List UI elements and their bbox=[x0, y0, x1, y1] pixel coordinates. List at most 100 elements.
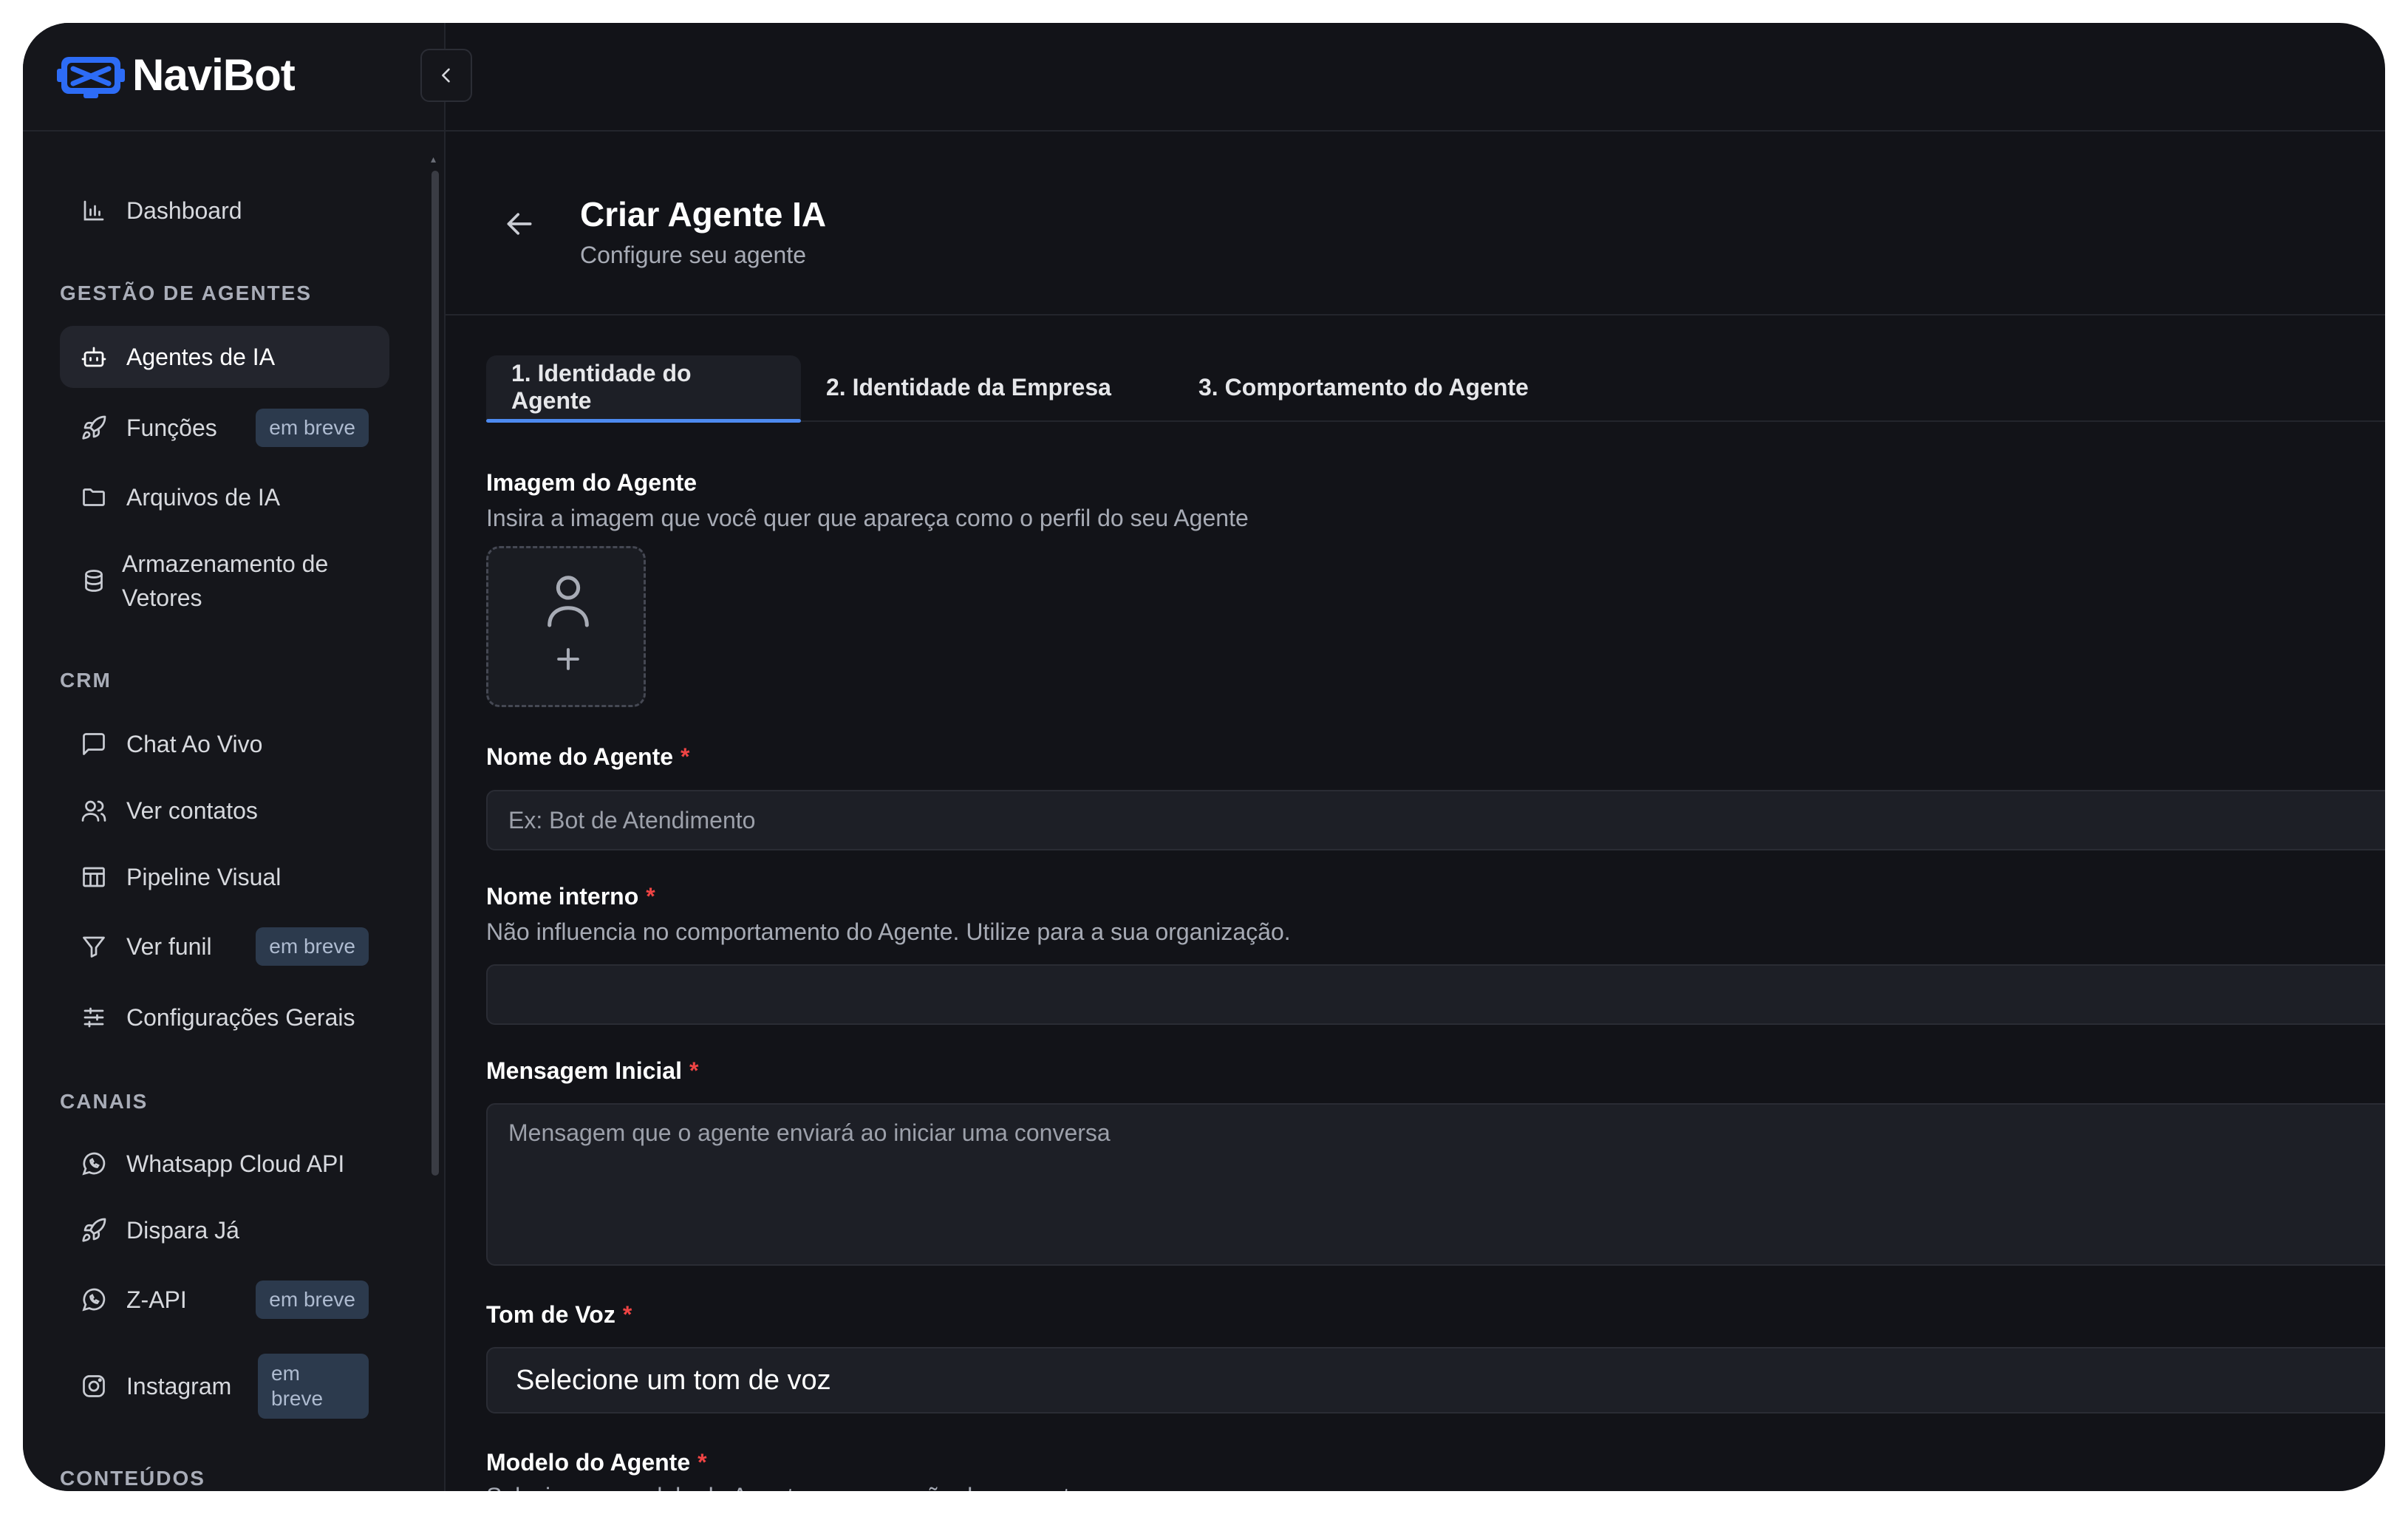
sidebar-item-functions[interactable]: Funções em breve bbox=[60, 397, 389, 459]
voice-tone-label: Tom de Voz * bbox=[486, 1301, 632, 1329]
voice-tone-label-text: Tom de Voz bbox=[486, 1301, 615, 1328]
sidebar-item-vector-storage[interactable]: Armazenamento de Vetores bbox=[60, 540, 389, 621]
tab-agent-identity[interactable]: 1. Identidade do Agente bbox=[486, 355, 801, 419]
sidebar-item-dashboard[interactable]: Dashboard bbox=[60, 180, 389, 242]
form-tabs: 1. Identidade do Agente 2. Identidade da… bbox=[486, 355, 2385, 423]
sidebar-item-contacts[interactable]: Ver contatos bbox=[60, 780, 389, 842]
internal-name-help: Não influencia no comportamento do Agent… bbox=[486, 918, 1291, 945]
sidebar-item-label: Configurações Gerais bbox=[126, 1004, 355, 1031]
back-arrow-icon[interactable] bbox=[503, 208, 536, 240]
plus-icon bbox=[557, 648, 579, 670]
agent-model-help: Selecione o modelo do Agente para geraçã… bbox=[486, 1483, 1083, 1491]
sidebar-divider bbox=[23, 130, 446, 132]
tab-company-identity[interactable]: 2. Identidade da Empresa bbox=[801, 355, 1136, 419]
agent-model-label-text: Modelo do Agente bbox=[486, 1449, 691, 1476]
required-mark: * bbox=[681, 743, 690, 770]
rocket-icon bbox=[81, 415, 107, 441]
message-square-icon bbox=[81, 731, 107, 757]
internal-name-input[interactable] bbox=[486, 964, 2385, 1025]
coming-soon-badge: em breve bbox=[256, 927, 369, 966]
sidebar-item-general-settings[interactable]: Configurações Gerais bbox=[60, 986, 389, 1048]
sidebar-item-funnel[interactable]: Ver funil em breve bbox=[60, 915, 389, 978]
required-mark: * bbox=[689, 1057, 699, 1084]
section-title-contents: CONTEÚDOS bbox=[60, 1467, 205, 1490]
page-title: Criar Agente IA bbox=[580, 195, 827, 233]
filter-icon bbox=[81, 933, 107, 960]
sidebar-item-label: Ver contatos bbox=[126, 797, 258, 824]
sidebar-item-label: Armazenamento de Vetores bbox=[122, 550, 329, 611]
instagram-icon bbox=[81, 1373, 107, 1399]
brand[interactable]: NaviBot bbox=[57, 45, 296, 104]
initial-message-placeholder: Mensagem que o agente enviará ao iniciar… bbox=[508, 1119, 1111, 1146]
agent-name-input[interactable]: Ex: Bot de Atendimento bbox=[486, 790, 2385, 850]
sidebar-item-ai-agents[interactable]: Agentes de IA bbox=[60, 326, 389, 388]
users-icon bbox=[81, 797, 107, 824]
initial-message-label: Mensagem Inicial * bbox=[486, 1057, 698, 1085]
folder-icon bbox=[81, 484, 107, 511]
app-window: NaviBot Dashboard GESTÃO DE AGENTES Agen… bbox=[23, 23, 2385, 1491]
tab-label: 2. Identidade da Empresa bbox=[826, 373, 1111, 400]
required-mark: * bbox=[646, 883, 655, 910]
tab-label: 1. Identidade do Agente bbox=[511, 360, 692, 414]
sidebar-item-label: Whatsapp Cloud API bbox=[126, 1150, 345, 1177]
navibot-logo-icon bbox=[57, 57, 125, 98]
brand-name: NaviBot bbox=[132, 50, 296, 100]
initial-message-textarea[interactable]: Mensagem que o agente enviará ao iniciar… bbox=[486, 1103, 2385, 1266]
sidebar-item-pipeline[interactable]: Pipeline Visual bbox=[60, 846, 389, 908]
database-icon bbox=[81, 567, 103, 594]
sidebar-item-label: Pipeline Visual bbox=[126, 864, 282, 890]
sidebar-item-dispara-ja[interactable]: Dispara Já bbox=[60, 1199, 389, 1261]
columns-icon bbox=[81, 864, 107, 890]
agent-name-placeholder: Ex: Bot de Atendimento bbox=[508, 806, 756, 833]
sidebar-item-whatsapp-cloud[interactable]: Whatsapp Cloud API bbox=[60, 1133, 389, 1195]
tab-label: 3. Comportamento do Agente bbox=[1198, 373, 1529, 400]
sliders-icon bbox=[81, 1004, 107, 1031]
sidebar-item-live-chat[interactable]: Chat Ao Vivo bbox=[60, 713, 389, 775]
sidebar-item-label: Ver funil bbox=[126, 933, 212, 960]
sidebar-item-ai-files[interactable]: Arquivos de IA bbox=[60, 466, 389, 528]
coming-soon-badge: em breve bbox=[256, 409, 369, 447]
sidebar-scrollbar[interactable] bbox=[432, 171, 439, 1176]
page-subtitle: Configure seu agente bbox=[580, 242, 806, 268]
initial-message-label-text: Mensagem Inicial bbox=[486, 1057, 682, 1084]
sidebar-item-label: Funções bbox=[126, 415, 217, 441]
active-tab-indicator bbox=[486, 419, 801, 423]
whatsapp-icon bbox=[81, 1150, 107, 1177]
required-mark: * bbox=[697, 1449, 707, 1476]
sidebar-item-label: Instagram bbox=[126, 1373, 232, 1399]
coming-soon-badge: em breve bbox=[256, 1281, 369, 1319]
topbar-divider bbox=[446, 130, 2385, 132]
section-title-channels: CANAIS bbox=[60, 1090, 149, 1113]
agent-model-label: Modelo do Agente * bbox=[486, 1449, 707, 1476]
agent-name-label-text: Nome do Agente bbox=[486, 743, 674, 770]
bot-icon bbox=[81, 344, 107, 370]
required-mark: * bbox=[622, 1301, 632, 1328]
sidebar-item-label: Z-API bbox=[126, 1286, 187, 1313]
sidebar: NaviBot Dashboard GESTÃO DE AGENTES Agen… bbox=[23, 23, 446, 1491]
sidebar-item-z-api[interactable]: Z-API em breve bbox=[60, 1269, 389, 1331]
agent-name-label: Nome do Agente * bbox=[486, 743, 690, 771]
rocket-icon bbox=[81, 1217, 107, 1244]
sidebar-item-label: Chat Ao Vivo bbox=[126, 731, 263, 757]
bar-chart-icon bbox=[81, 197, 107, 224]
agent-image-upload[interactable] bbox=[486, 546, 646, 707]
scroll-up-arrow-icon[interactable]: ▴ bbox=[431, 154, 440, 164]
agent-image-help: Insira a imagem que você quer que apareç… bbox=[486, 505, 1249, 531]
section-title-agent-management: GESTÃO DE AGENTES bbox=[60, 282, 313, 304]
coming-soon-badge: em breve bbox=[258, 1354, 369, 1419]
sidebar-item-label: Agentes de IA bbox=[126, 344, 276, 370]
header-divider bbox=[446, 314, 2385, 316]
collapse-sidebar-button[interactable] bbox=[420, 49, 472, 102]
sidebar-item-label: Arquivos de IA bbox=[126, 484, 281, 511]
voice-tone-selected: Selecione um tom de voz bbox=[516, 1364, 831, 1396]
voice-tone-select[interactable]: Selecione um tom de voz bbox=[486, 1347, 2385, 1414]
sidebar-item-label: Dashboard bbox=[126, 197, 242, 224]
sidebar-item-label: Dispara Já bbox=[126, 1217, 239, 1244]
internal-name-label: Nome interno * bbox=[486, 883, 655, 910]
tab-agent-behavior[interactable]: 3. Comportamento do Agente bbox=[1173, 355, 1554, 419]
sidebar-item-instagram[interactable]: Instagram em breve bbox=[60, 1346, 389, 1427]
agent-image-label: Imagem do Agente bbox=[486, 469, 697, 496]
section-title-crm: CRM bbox=[60, 669, 112, 692]
whatsapp-icon bbox=[81, 1286, 107, 1313]
internal-name-label-text: Nome interno bbox=[486, 883, 639, 910]
